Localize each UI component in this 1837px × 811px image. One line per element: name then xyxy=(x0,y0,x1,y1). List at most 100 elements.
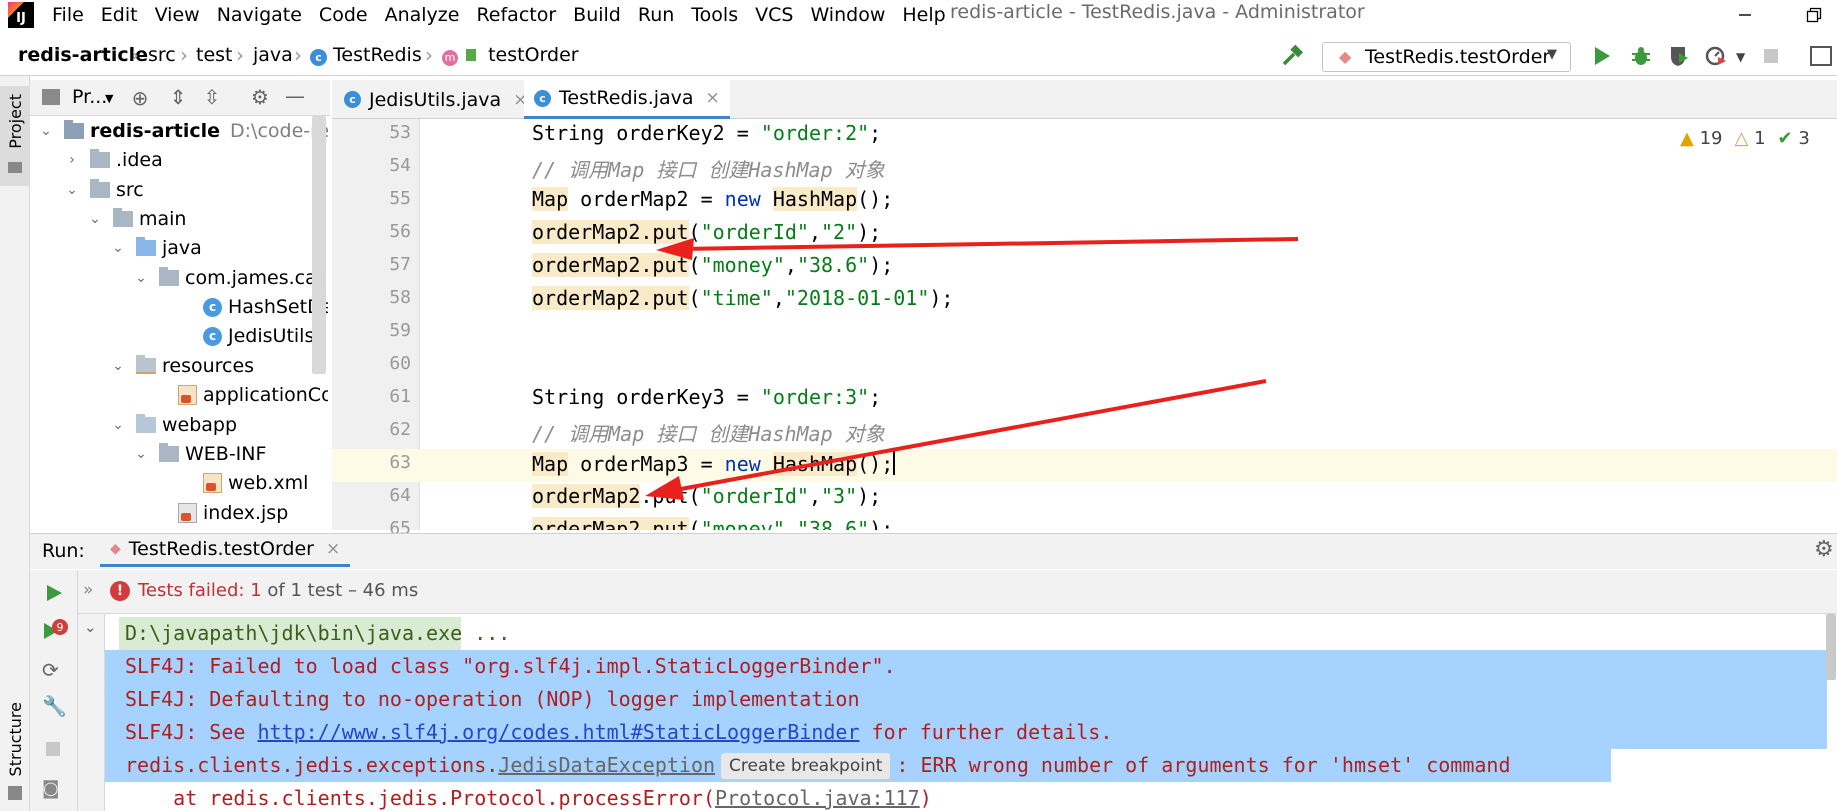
tree-item-hashsetdemo[interactable]: c HashSetDe xyxy=(203,292,328,322)
line-number: 62 xyxy=(389,419,411,440)
tree-item-resources[interactable]: ⌄ resources xyxy=(110,351,254,381)
minimize-button[interactable] xyxy=(1722,0,1768,29)
layout-icon[interactable] xyxy=(1810,46,1832,66)
project-panel-header: Pr... ▼ ⊕ ⇕ ⇳ ⚙ — xyxy=(30,80,330,116)
stop-icon[interactable] xyxy=(46,742,60,756)
more-run-options-icon[interactable]: ▼ xyxy=(1736,50,1745,64)
tree-item-redis-article[interactable]: ⌄ redis-article D:\code-redis xyxy=(38,116,328,146)
wrench-icon[interactable]: 🔧 xyxy=(42,694,67,718)
breadcrumb-method[interactable]: m testOrder xyxy=(442,44,579,66)
breadcrumb-class[interactable]: c TestRedis xyxy=(310,44,422,66)
create-breakpoint-button[interactable]: Create breakpoint xyxy=(721,753,891,779)
weak-warning-icon: △ xyxy=(1734,128,1749,149)
menu-run[interactable]: Run xyxy=(638,4,674,26)
rerun-failed-button[interactable]: 9 xyxy=(42,618,68,649)
camera-icon[interactable]: ◙ xyxy=(42,778,59,799)
breadcrumb-src[interactable]: src xyxy=(148,44,176,66)
menu-code[interactable]: Code xyxy=(319,4,368,26)
rerun-button[interactable] xyxy=(44,582,64,609)
tree-item-web-xml[interactable]: web.xml xyxy=(203,468,308,498)
debug-button[interactable] xyxy=(1629,44,1653,73)
console-output[interactable]: D:\javapath\jdk\bin\java.exe ... SLF4J: … xyxy=(105,614,1837,811)
project-view-select[interactable]: Pr... xyxy=(72,86,107,108)
folder-icon xyxy=(113,208,133,227)
tree-item-src[interactable]: ⌄ src xyxy=(64,175,144,205)
tree-item-index-jsp[interactable]: index.jsp xyxy=(178,498,288,528)
project-tool-button[interactable]: Project xyxy=(0,86,30,186)
stop-icon[interactable] xyxy=(1764,49,1778,63)
code-line: String orderKey2 = "order:2"; xyxy=(532,121,882,145)
expand-all-icon[interactable]: ⇕ xyxy=(163,85,193,109)
menu-analyze[interactable]: Analyze xyxy=(385,4,460,26)
class-icon: c xyxy=(310,49,327,66)
project-scrollbar[interactable] xyxy=(312,116,326,374)
menu-window[interactable]: Window xyxy=(810,4,885,26)
coverage-button[interactable] xyxy=(1667,44,1691,73)
run-button[interactable] xyxy=(1591,44,1613,73)
profiler-button[interactable] xyxy=(1704,44,1728,73)
tree-item-java[interactable]: ⌄ java xyxy=(110,233,202,263)
menu-edit[interactable]: Edit xyxy=(101,4,138,26)
menu-refactor[interactable]: Refactor xyxy=(476,4,556,26)
toggle-auto-test-icon[interactable]: ⟳ xyxy=(42,658,59,682)
menu-navigate[interactable]: Navigate xyxy=(217,4,302,26)
breadcrumb-java[interactable]: java xyxy=(253,44,293,66)
menu-tools[interactable]: Tools xyxy=(691,4,738,26)
exception-class-link[interactable]: JedisDataException xyxy=(498,753,715,777)
chevron-down-icon: ⌄ xyxy=(40,123,52,139)
build-hammer-icon[interactable] xyxy=(1281,44,1305,73)
breadcrumb-project[interactable]: redis-article xyxy=(18,44,148,66)
project-tool-label: Project xyxy=(6,94,25,149)
code-line: orderMap2.put("orderId","3"); xyxy=(532,484,882,508)
chevron-down-icon[interactable]: ⌄ xyxy=(84,618,97,636)
line-number: 64 xyxy=(389,485,411,506)
menu-build[interactable]: Build xyxy=(573,4,621,26)
tree-item-applicationcontext[interactable]: applicationCo xyxy=(178,380,328,410)
structure-tool-label[interactable]: Structure xyxy=(6,702,25,776)
tree-item-label: webapp xyxy=(162,414,238,436)
test-config-icon: ◆ xyxy=(110,541,121,557)
breadcrumb-test[interactable]: test xyxy=(196,44,233,66)
collapse-all-icon[interactable]: ⇳ xyxy=(197,85,227,109)
menu-vcs[interactable]: VCS xyxy=(755,4,793,26)
run-configuration-select[interactable]: ◆ TestRedis.testOrder ▼ xyxy=(1322,42,1571,72)
locate-file-icon[interactable]: ⊕ xyxy=(125,86,155,110)
profiler-icon xyxy=(1705,46,1726,66)
menu-view[interactable]: View xyxy=(155,4,200,26)
close-icon[interactable]: × xyxy=(706,88,720,108)
tree-item-web-inf[interactable]: ⌄ WEB-INF xyxy=(133,439,266,469)
menu-file[interactable]: File xyxy=(52,4,84,26)
tree-item-label: WEB-INF xyxy=(185,443,267,465)
structure-icon[interactable] xyxy=(8,786,22,800)
ok-count: ✔ 3 xyxy=(1777,128,1810,149)
line-number: 59 xyxy=(389,320,411,341)
tree-item-package[interactable]: ⌄ com.james.cac xyxy=(133,263,327,293)
test-status-bar: » ! Tests failed: 1 of 1 test – 46 ms xyxy=(78,570,1837,614)
gear-icon[interactable]: ⚙ xyxy=(1814,537,1834,562)
slf4j-link[interactable]: http://www.slf4j.org/codes.html#StaticLo… xyxy=(257,720,859,744)
tab-testredis[interactable]: c TestRedis.java × xyxy=(524,80,730,119)
inspection-widget[interactable]: ▲ 19 △ 1 ✔ 3 xyxy=(1680,128,1810,149)
tree-item-main[interactable]: ⌄ main xyxy=(87,204,186,234)
module-folder-icon xyxy=(64,120,84,139)
run-tab[interactable]: ◆ TestRedis.testOrder × xyxy=(110,538,340,560)
test-config-icon: ◆ xyxy=(1339,47,1352,66)
close-icon[interactable]: × xyxy=(326,539,340,559)
tree-item-jedisutils[interactable]: c JedisUtils xyxy=(203,321,314,351)
hide-panel-icon[interactable]: — xyxy=(280,84,310,108)
breadcrumb-class-label: TestRedis xyxy=(333,44,422,66)
web-folder-icon xyxy=(136,414,156,433)
console-scrollbar[interactable] xyxy=(1826,614,1836,680)
stack-frame-link[interactable]: Protocol.java:117 xyxy=(715,786,920,810)
gear-icon[interactable]: ⚙ xyxy=(245,85,275,109)
tree-item-idea[interactable]: › .idea xyxy=(64,145,163,175)
code-editor[interactable]: String orderKey2 = "order:2"; // 调用Map 接… xyxy=(420,119,1837,530)
restore-button[interactable] xyxy=(1791,0,1837,29)
run-toolbar: 9 ⟳ 🔧 ◙ xyxy=(30,570,78,811)
line-number: 56 xyxy=(389,221,411,242)
tree-item-label: index.jsp xyxy=(203,502,289,524)
tree-item-webapp[interactable]: ⌄ webapp xyxy=(110,410,237,440)
expand-icon[interactable]: » xyxy=(83,580,93,600)
tab-jedisutils[interactable]: c JedisUtils.java × xyxy=(334,80,537,119)
menu-help[interactable]: Help xyxy=(902,4,945,26)
